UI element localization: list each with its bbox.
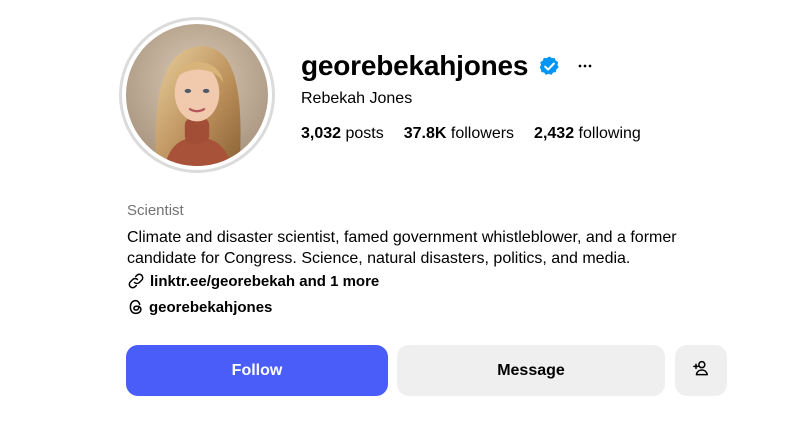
add-person-icon	[691, 358, 711, 383]
follow-button-label: Follow	[231, 361, 283, 379]
profile-category: Scientist	[127, 202, 184, 219]
follow-button[interactable]: Follow	[126, 345, 388, 396]
link-icon	[127, 272, 145, 290]
suggested-accounts-button[interactable]	[675, 345, 727, 396]
threads-link[interactable]: georebekahjones	[127, 298, 272, 316]
posts-stat[interactable]: 3,032 posts	[301, 125, 384, 143]
profile-bio: Climate and disaster scientist, famed go…	[127, 229, 677, 267]
message-button[interactable]: Message	[397, 345, 665, 396]
threads-icon	[127, 298, 145, 316]
message-button-label: Message	[497, 361, 565, 379]
profile-link-text: linktr.ee/georebekah and 1 more	[150, 272, 380, 290]
following-stat[interactable]: 2,432 following	[534, 125, 641, 143]
profile-link[interactable]: linktr.ee/georebekah and 1 more	[127, 272, 379, 290]
profile-stats: 3,032 posts 37.8K followers 2,432 follow…	[301, 125, 661, 143]
followers-count: 37.8K	[403, 125, 447, 142]
profile-full-name: Rebekah Jones	[301, 90, 413, 107]
verified-badge-icon	[538, 55, 561, 78]
followers-label: followers	[450, 125, 515, 142]
threads-handle: georebekahjones	[149, 298, 273, 316]
following-label: following	[578, 125, 641, 142]
avatar-photo	[126, 24, 268, 166]
posts-label: posts	[345, 125, 384, 142]
posts-count: 3,032	[301, 125, 342, 142]
profile-username: georebekahjones	[301, 50, 529, 81]
more-options-icon[interactable]	[573, 54, 597, 78]
profile-avatar[interactable]	[119, 17, 275, 173]
following-count: 2,432	[534, 125, 575, 142]
username-row: georebekahjones	[301, 48, 597, 84]
followers-stat[interactable]: 37.8K followers	[404, 125, 514, 143]
